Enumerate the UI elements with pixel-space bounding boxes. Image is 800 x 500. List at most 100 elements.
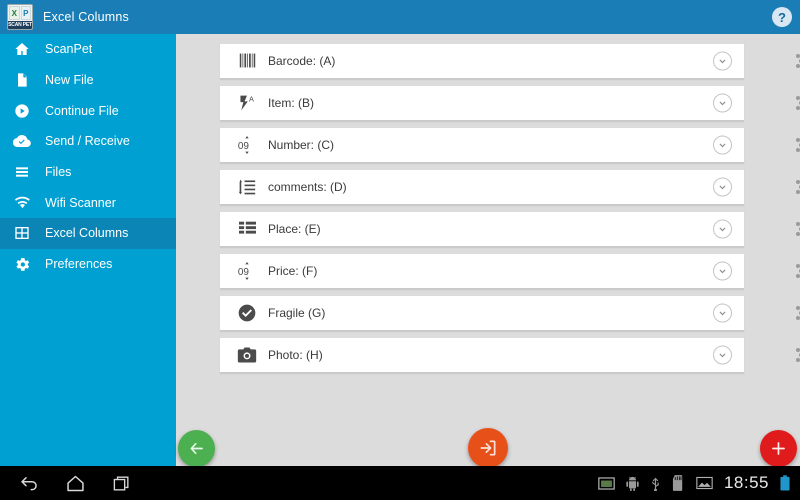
column-card-comments[interactable]: comments: (D)	[220, 169, 744, 205]
usb-icon[interactable]	[650, 475, 661, 491]
column-card-price[interactable]: 09 Price: (F)	[220, 253, 744, 289]
svg-text:09: 09	[238, 141, 250, 152]
column-card-number[interactable]: 09 Number: (C)	[220, 127, 744, 163]
sidebar-item-label: ScanPet	[45, 42, 93, 57]
chevron-down-circle-icon[interactable]	[713, 219, 732, 238]
sidebar-item-preferences[interactable]: Preferences	[0, 249, 176, 280]
flash-auto-icon: A	[230, 94, 264, 112]
table-row: Barcode: (A)	[220, 40, 800, 82]
chevron-down-circle-icon[interactable]	[713, 345, 732, 364]
chevron-down-circle-icon[interactable]	[713, 303, 732, 322]
column-card-photo[interactable]: Photo: (H)	[220, 337, 744, 373]
table-row: Place: (E)	[220, 208, 800, 250]
drag-handle-icon[interactable]	[792, 218, 800, 240]
camera-icon	[230, 346, 264, 364]
app-window: X P SCAN PET Excel Columns ? ScanPet New…	[0, 0, 800, 500]
sidebar: ScanPet New File Continue File Send / Re…	[0, 34, 176, 466]
drag-handle-icon[interactable]	[792, 92, 800, 114]
column-label: comments: (D)	[268, 179, 347, 194]
sidebar-item-scanpet[interactable]: ScanPet	[0, 34, 176, 65]
sidebar-item-new-file[interactable]: New File	[0, 65, 176, 96]
sidebar-item-label: Excel Columns	[45, 226, 129, 241]
logo-glyph-left: X	[9, 6, 20, 20]
file-icon	[13, 71, 31, 89]
system-recents-icon[interactable]	[98, 466, 144, 500]
table-row: 09 Number: (C)	[220, 124, 800, 166]
page-title: Excel Columns	[43, 10, 129, 24]
column-card-barcode[interactable]: Barcode: (A)	[220, 43, 744, 79]
main-content: Barcode: (A) A Item: (B) 09 Number: (C) …	[176, 34, 800, 466]
svg-text:A: A	[249, 94, 254, 103]
number-stepper-icon: 09	[230, 135, 264, 155]
sidebar-item-files[interactable]: Files	[0, 157, 176, 188]
drag-handle-icon[interactable]	[792, 50, 800, 72]
screenshot-icon[interactable]	[598, 476, 615, 491]
sidebar-item-continue-file[interactable]: Continue File	[0, 95, 176, 126]
title-bar: X P SCAN PET Excel Columns ?	[0, 0, 800, 34]
system-clock: 18:55	[723, 473, 769, 492]
chevron-down-circle-icon[interactable]	[713, 177, 732, 196]
android-robot-icon[interactable]	[626, 476, 639, 491]
system-back-icon[interactable]	[6, 466, 52, 500]
sidebar-item-label: New File	[45, 73, 94, 88]
table-row: comments: (D)	[220, 166, 800, 208]
barcode-icon	[230, 52, 264, 69]
table-row: A Item: (B)	[220, 82, 800, 124]
logo-glyph-right: P	[20, 6, 31, 20]
sidebar-item-send-receive[interactable]: Send / Receive	[0, 126, 176, 157]
back-fab-button[interactable]	[178, 430, 215, 467]
logo-caption: SCAN PET	[8, 21, 32, 29]
table-rows-icon	[230, 220, 264, 237]
column-label: Item: (B)	[268, 95, 315, 110]
sidebar-item-label: Continue File	[45, 103, 119, 118]
column-card-place[interactable]: Place: (E)	[220, 211, 744, 247]
drag-handle-icon[interactable]	[792, 302, 800, 324]
chevron-down-circle-icon[interactable]	[713, 93, 732, 112]
sidebar-item-label: Send / Receive	[45, 134, 130, 149]
excel-columns-list: Barcode: (A) A Item: (B) 09 Number: (C) …	[220, 40, 800, 376]
column-label: Fragile (G)	[268, 305, 326, 320]
system-tray: 18:55	[598, 466, 796, 500]
column-card-item[interactable]: A Item: (B)	[220, 85, 744, 121]
sidebar-item-label: Wifi Scanner	[45, 195, 116, 210]
chevron-down-circle-icon[interactable]	[713, 261, 732, 280]
chevron-down-circle-icon[interactable]	[713, 51, 732, 70]
image-icon[interactable]	[696, 476, 713, 490]
column-label: Price: (F)	[268, 263, 318, 278]
table-row: 09 Price: (F)	[220, 250, 800, 292]
wifi-icon	[13, 194, 31, 212]
grid-icon	[13, 224, 31, 242]
gear-icon	[13, 255, 31, 273]
table-row: Fragile (G)	[220, 292, 800, 334]
system-home-icon[interactable]	[52, 466, 98, 500]
scan-pet-logo: X P SCAN PET	[7, 4, 33, 30]
svg-text:09: 09	[238, 267, 250, 278]
sidebar-item-wifi-scanner[interactable]: Wifi Scanner	[0, 187, 176, 218]
battery-icon[interactable]	[780, 475, 790, 491]
number-stepper-icon: 09	[230, 261, 264, 281]
drag-handle-icon[interactable]	[792, 176, 800, 198]
system-nav-bar: 18:55	[0, 466, 800, 500]
list-icon	[13, 163, 31, 181]
column-label: Barcode: (A)	[268, 53, 336, 68]
sidebar-item-label: Preferences	[45, 257, 113, 272]
sidebar-item-excel-columns[interactable]: Excel Columns	[0, 218, 176, 249]
exit-fab-button[interactable]	[468, 428, 508, 468]
chevron-down-circle-icon[interactable]	[713, 135, 732, 154]
cloud-check-icon	[13, 132, 31, 150]
add-fab-button[interactable]	[760, 430, 797, 467]
home-icon	[13, 40, 31, 58]
sidebar-item-label: Files	[45, 165, 72, 180]
table-row: Photo: (H)	[220, 334, 800, 376]
help-icon[interactable]: ?	[772, 7, 792, 27]
column-label: Place: (E)	[268, 221, 321, 236]
play-circle-icon	[13, 102, 31, 120]
column-card-fragile[interactable]: Fragile (G)	[220, 295, 744, 331]
column-label: Photo: (H)	[268, 347, 323, 362]
drag-handle-icon[interactable]	[792, 260, 800, 282]
drag-handle-icon[interactable]	[792, 344, 800, 366]
column-label: Number: (C)	[268, 137, 335, 152]
line-height-icon	[230, 178, 264, 196]
sd-card-icon[interactable]	[672, 475, 685, 491]
drag-handle-icon[interactable]	[792, 134, 800, 156]
